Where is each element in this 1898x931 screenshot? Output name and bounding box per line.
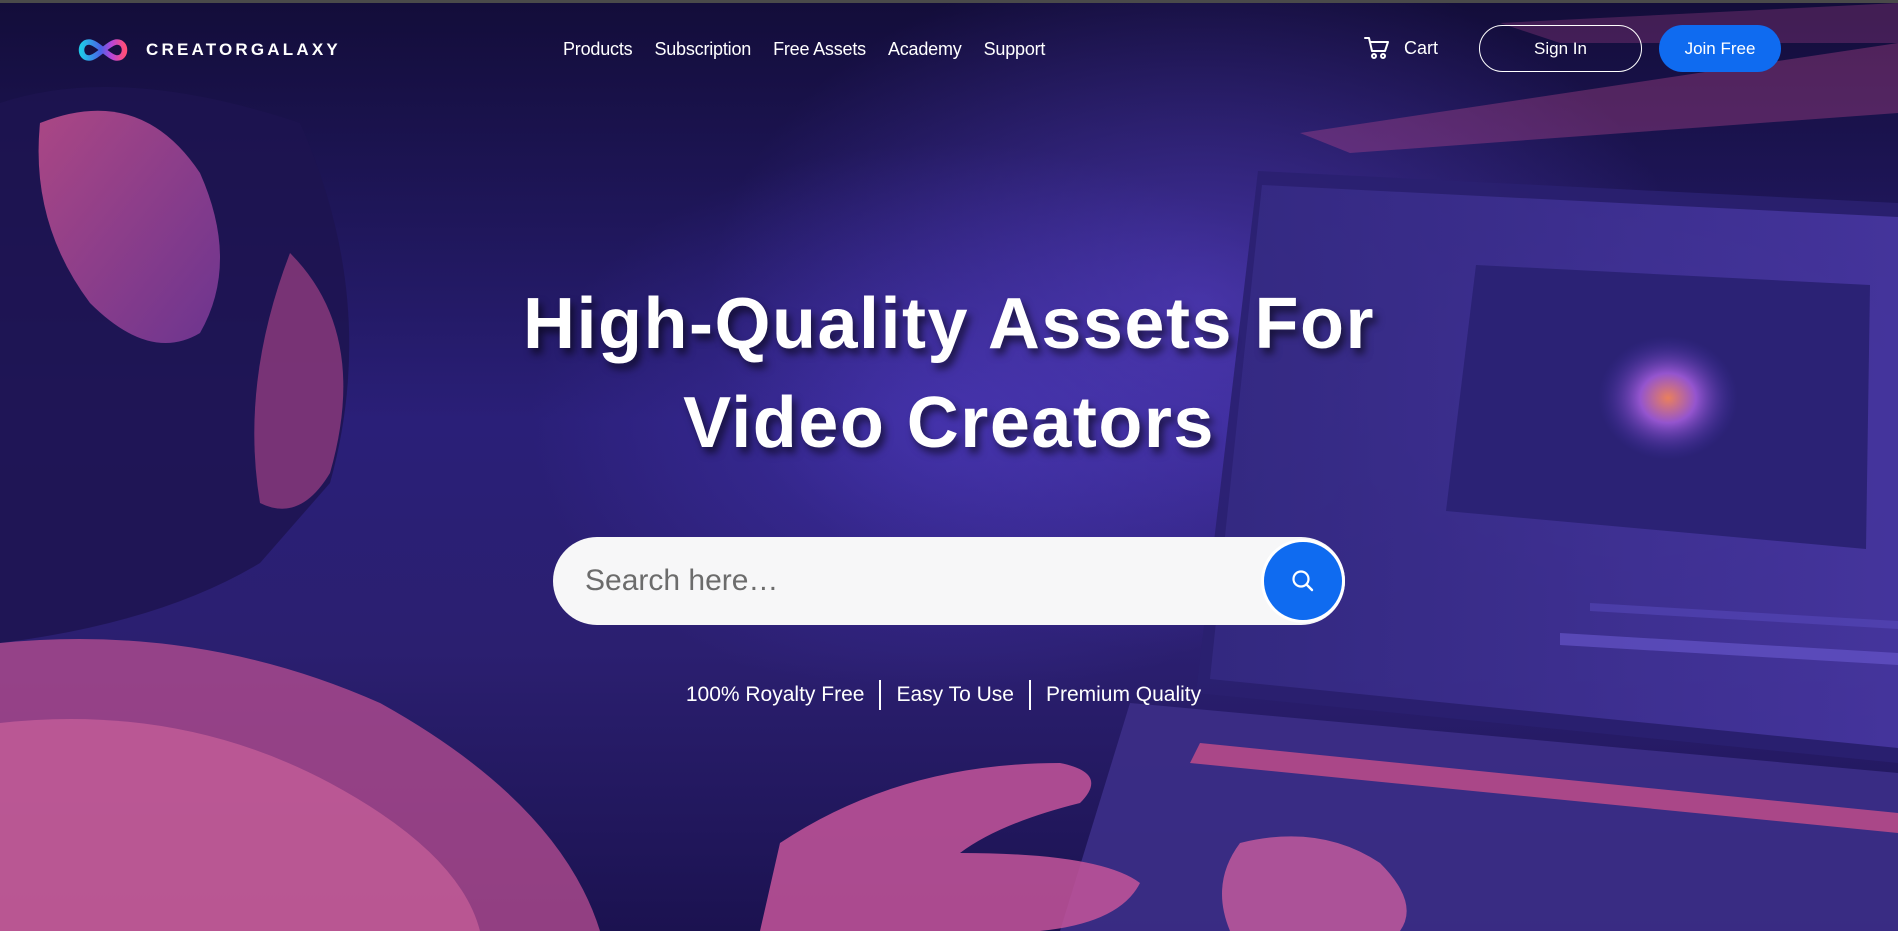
feature-easy-to-use: Easy To Use (896, 683, 1014, 706)
hero-section: CREATORGALAXY Products Subscription Free… (0, 3, 1898, 931)
cart-label: Cart (1404, 37, 1439, 58)
search-button[interactable] (1261, 539, 1345, 623)
sign-in-button[interactable]: Sign In (1479, 25, 1642, 72)
brand-logo[interactable]: CREATORGALAXY (74, 35, 341, 65)
join-free-button[interactable]: Join Free (1659, 25, 1781, 72)
search-input[interactable] (585, 559, 1245, 603)
feature-premium-quality: Premium Quality (1045, 683, 1202, 706)
cart-icon (1364, 37, 1389, 59)
hero-headline: High-Quality Assets For Video Creators (0, 275, 1898, 473)
hero-headline-line-1: High-Quality Assets For (523, 284, 1375, 364)
cart-link[interactable]: Cart (1364, 36, 1438, 60)
main-nav: Products Subscription Free Assets Academ… (563, 39, 1045, 60)
nav-item-subscription[interactable]: Subscription (654, 39, 751, 60)
hero-headline-line-2: Video Creators (683, 383, 1215, 463)
brand-name: CREATORGALAXY (146, 40, 341, 59)
feature-list: 100% Royalty Free Easy To Use Premium Qu… (0, 680, 1898, 710)
nav-item-support[interactable]: Support (984, 39, 1046, 60)
search-bar (553, 537, 1345, 625)
nav-item-products[interactable]: Products (563, 39, 633, 60)
nav-item-academy[interactable]: Academy (888, 39, 962, 60)
infinity-icon (78, 39, 128, 61)
feature-royalty-free: 100% Royalty Free (685, 683, 865, 706)
search-icon (1292, 570, 1314, 592)
nav-item-free-assets[interactable]: Free Assets (773, 39, 866, 60)
